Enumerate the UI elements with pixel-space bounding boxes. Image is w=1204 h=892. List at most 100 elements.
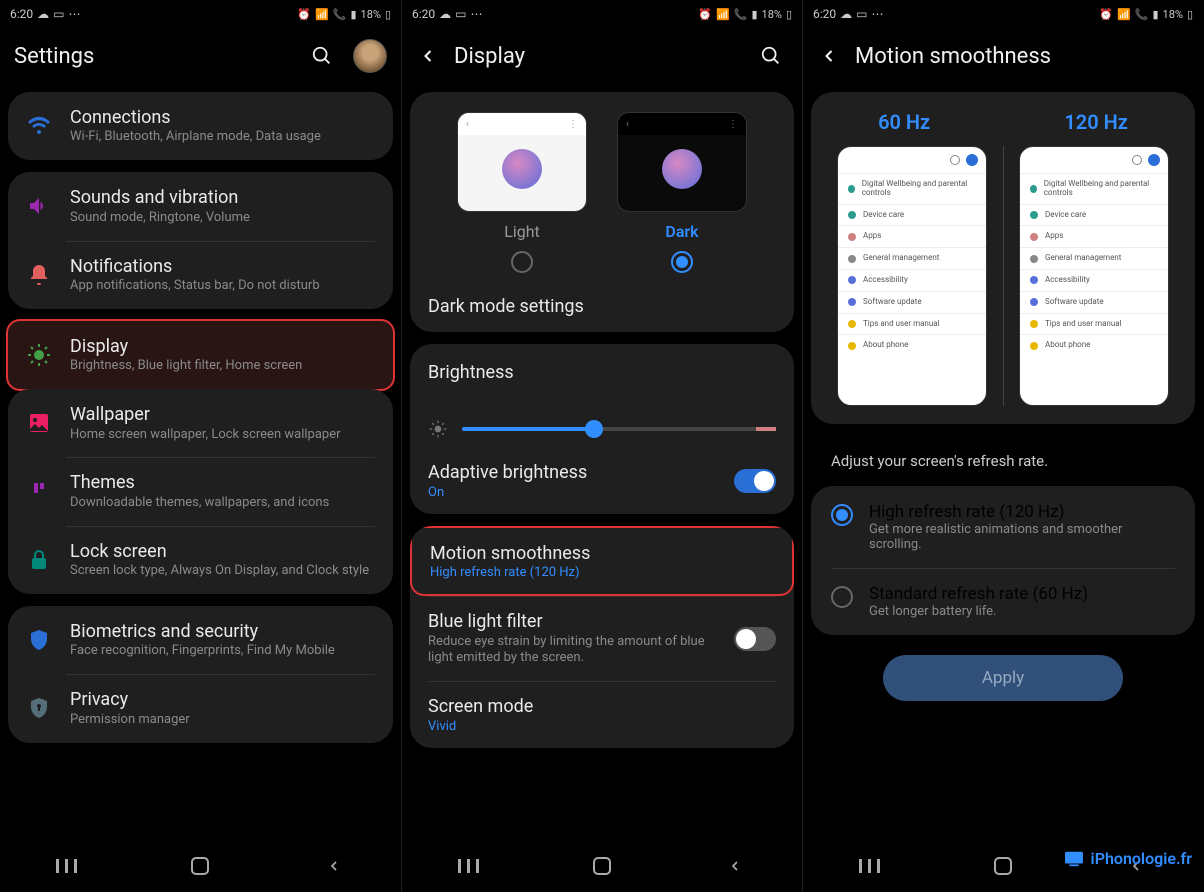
motion-header: Motion smoothness bbox=[803, 28, 1203, 84]
preview-row: Tips and user manual bbox=[838, 313, 986, 335]
lock-icon bbox=[26, 547, 52, 573]
option-radio[interactable] bbox=[831, 586, 853, 608]
preview-row: About phone bbox=[1020, 334, 1168, 356]
settings-group: Sounds and vibrationSound mode, Ringtone… bbox=[8, 172, 393, 309]
settings-row-biometrics-and-security[interactable]: Biometrics and securityFace recognition,… bbox=[8, 606, 393, 674]
search-button[interactable] bbox=[305, 39, 339, 73]
nav-back[interactable] bbox=[304, 852, 364, 880]
screen-mode-row[interactable]: Screen modeVivid bbox=[410, 681, 794, 747]
preview-row: Digital Wellbeing and parental controls bbox=[1020, 173, 1168, 204]
settings-group: DisplayBrightness, Blue light filter, Ho… bbox=[6, 319, 395, 391]
signal-icon: ▮ bbox=[350, 8, 356, 21]
theme-label-dark: Dark bbox=[665, 222, 698, 241]
phone-preview-60: Digital Wellbeing and parental controlsD… bbox=[837, 146, 987, 406]
motion-smoothness-row[interactable]: Motion smoothnessHigh refresh rate (120 … bbox=[410, 526, 794, 596]
theme-dark-option[interactable]: ‹⋮ Dark bbox=[617, 112, 747, 273]
screen-card: Motion smoothnessHigh refresh rate (120 … bbox=[410, 526, 794, 748]
theme-light-option[interactable]: ‹⋮ Light bbox=[457, 112, 587, 273]
brightness-card: Brightness Adaptive brightnessOn bbox=[410, 344, 794, 513]
settings-row-themes[interactable]: ThemesDownloadable themes, wallpapers, a… bbox=[8, 457, 393, 525]
refresh-option-0[interactable]: High refresh rate (120 Hz)Get more reali… bbox=[811, 486, 1195, 568]
settings-group: ConnectionsWi-Fi, Bluetooth, Airplane mo… bbox=[8, 92, 393, 160]
settings-row-sounds-and-vibration[interactable]: Sounds and vibrationSound mode, Ringtone… bbox=[8, 172, 393, 240]
settings-row-display[interactable]: DisplayBrightness, Blue light filter, Ho… bbox=[8, 321, 393, 389]
cloud-icon: ☁ bbox=[37, 7, 49, 21]
sound-icon bbox=[26, 193, 52, 219]
nav-recents[interactable] bbox=[439, 852, 499, 880]
avatar-icon bbox=[1148, 154, 1160, 166]
back-button[interactable] bbox=[416, 44, 440, 68]
nav-recents[interactable] bbox=[840, 852, 900, 880]
settings-header: Settings bbox=[0, 28, 401, 84]
preview-row: Device care bbox=[838, 204, 986, 226]
settings-row-lock-screen[interactable]: Lock screenScreen lock type, Always On D… bbox=[8, 526, 393, 594]
adaptive-brightness-row[interactable]: Adaptive brightnessOn bbox=[410, 447, 794, 513]
profile-avatar[interactable] bbox=[353, 39, 387, 73]
motion-description: Adjust your screen's refresh rate. bbox=[811, 436, 1195, 486]
battery-pct: 18% bbox=[361, 8, 381, 21]
refresh-option-1[interactable]: Standard refresh rate (60 Hz)Get longer … bbox=[811, 568, 1195, 635]
blue-light-row[interactable]: Blue light filterReduce eye strain by li… bbox=[410, 596, 794, 681]
apply-button[interactable]: Apply bbox=[883, 655, 1123, 701]
call-icon: 📞 bbox=[333, 8, 347, 21]
dark-mode-settings-row[interactable]: Dark mode settings bbox=[410, 281, 794, 332]
page-title: Display bbox=[454, 44, 740, 69]
status-bar: 6:20☁▭⋯ ⏰📶📞▮18%▯ bbox=[0, 0, 401, 28]
dark-radio[interactable] bbox=[671, 251, 693, 273]
display-header: Display bbox=[402, 28, 802, 84]
avatar-image bbox=[353, 39, 387, 73]
chat-icon: ▭ bbox=[53, 7, 64, 21]
search-icon bbox=[1132, 155, 1142, 165]
settings-row-notifications[interactable]: NotificationsApp notifications, Status b… bbox=[8, 241, 393, 309]
display-content[interactable]: ‹⋮ Light ‹⋮ Dark Dark mode settings Brig bbox=[402, 84, 802, 840]
settings-row-wallpaper[interactable]: WallpaperHome screen wallpaper, Lock scr… bbox=[8, 389, 393, 457]
settings-row-privacy[interactable]: PrivacyPermission manager bbox=[8, 674, 393, 742]
preview-row: Apps bbox=[1020, 225, 1168, 247]
hz-120-label: 120 Hz bbox=[1064, 110, 1128, 134]
search-icon bbox=[311, 45, 333, 67]
watermark-icon bbox=[1063, 850, 1085, 868]
page-title: Motion smoothness bbox=[855, 44, 1189, 69]
settings-group: WallpaperHome screen wallpaper, Lock scr… bbox=[8, 389, 393, 594]
status-bar: 6:20☁▭⋯ ⏰📶📞▮18%▯ bbox=[803, 0, 1203, 28]
adaptive-toggle[interactable] bbox=[734, 469, 776, 493]
motion-content[interactable]: 60 Hz 120 Hz Digital Wellbeing and paren… bbox=[803, 84, 1203, 840]
image-icon bbox=[26, 410, 52, 436]
light-radio[interactable] bbox=[511, 251, 533, 273]
preview-row: Digital Wellbeing and parental controls bbox=[838, 173, 986, 204]
panel-settings: 6:20☁▭⋯ ⏰📶📞▮18%▯ Settings ConnectionsWi-… bbox=[0, 0, 401, 892]
back-button[interactable] bbox=[817, 44, 841, 68]
alarm-icon: ⏰ bbox=[297, 8, 311, 21]
option-radio[interactable] bbox=[831, 504, 853, 526]
preview-row: Apps bbox=[838, 225, 986, 247]
preview-row: General management bbox=[838, 247, 986, 269]
theme-card: ‹⋮ Light ‹⋮ Dark Dark mode settings bbox=[410, 92, 794, 332]
dark-preview: ‹⋮ bbox=[617, 112, 747, 212]
search-button[interactable] bbox=[754, 39, 788, 73]
panel-motion: 6:20☁▭⋯ ⏰📶📞▮18%▯ Motion smoothness 60 Hz… bbox=[802, 0, 1203, 892]
light-preview: ‹⋮ bbox=[457, 112, 587, 212]
wifi-icon: 📶 bbox=[315, 8, 329, 21]
nav-home[interactable] bbox=[170, 852, 230, 880]
preview-row: Software update bbox=[838, 291, 986, 313]
settings-list[interactable]: ConnectionsWi-Fi, Bluetooth, Airplane mo… bbox=[0, 84, 401, 840]
nav-back[interactable] bbox=[705, 852, 765, 880]
nav-bar bbox=[402, 840, 802, 892]
settings-row-connections[interactable]: ConnectionsWi-Fi, Bluetooth, Airplane mo… bbox=[8, 92, 393, 160]
more-icon: ⋯ bbox=[68, 7, 80, 21]
status-bar: 6:20☁▭⋯ ⏰📶📞▮18%▯ bbox=[402, 0, 802, 28]
preview-row: General management bbox=[1020, 247, 1168, 269]
battery-icon: ▯ bbox=[385, 8, 391, 21]
privacy-icon bbox=[26, 695, 52, 721]
nav-home[interactable] bbox=[572, 852, 632, 880]
brightness-slider[interactable] bbox=[410, 401, 794, 447]
brightness-icon bbox=[26, 342, 52, 368]
preview-row: Software update bbox=[1020, 291, 1168, 313]
phone-preview-120: Digital Wellbeing and parental controlsD… bbox=[1019, 146, 1169, 406]
hz-60-label: 60 Hz bbox=[878, 110, 930, 134]
slider-track[interactable] bbox=[462, 427, 776, 431]
nav-recents[interactable] bbox=[37, 852, 97, 880]
nav-home[interactable] bbox=[973, 852, 1033, 880]
avatar-icon bbox=[966, 154, 978, 166]
bluefilter-toggle[interactable] bbox=[734, 627, 776, 651]
